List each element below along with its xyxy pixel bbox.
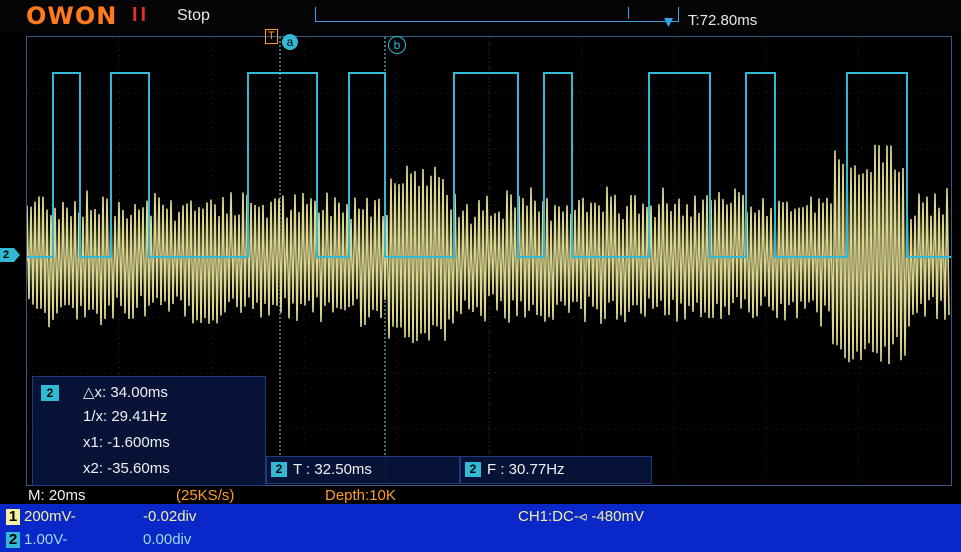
ch1-offset: -0.02div [143,508,197,525]
memory-position-bar[interactable] [315,7,679,22]
frequency-value: F : 30.77Hz [487,461,565,478]
ch2-level-marker[interactable]: 2 [0,248,20,262]
memory-window-marker [628,7,677,19]
acquisition-status: Stop [177,7,210,24]
ch2-offset: 0.00div [143,531,192,548]
ch2-scale[interactable]: 1.00V- [24,531,67,548]
x2-readout: x2: -35.60ms [83,460,170,477]
measurement-channel-badge: 2 [41,385,59,401]
channel-status-bar: 1 200mV- -0.02div 2 1.00V- 0.00div CH1:D… [0,504,961,552]
frequency-measurement: 2 F : 30.77Hz [460,456,652,484]
period-measurement: 2 T : 32.50ms [266,456,460,484]
x1-readout: x1: -1.600ms [83,434,170,451]
cursor-a-label[interactable]: a [282,34,298,50]
ch1-badge[interactable]: 1 [6,509,20,525]
ch1-scale[interactable]: 200mV- [24,508,76,525]
record-depth: Depth:10K [325,487,396,504]
period-channel-badge: 2 [271,462,287,477]
top-bar: OWON II Stop T:72.80ms [0,0,961,32]
ch2-badge[interactable]: 2 [6,532,20,548]
run-stop-indicator[interactable]: II [132,4,149,27]
period-value: T : 32.50ms [293,461,372,478]
brand-logo: OWON [26,2,118,30]
trigger-marker: T [265,29,278,44]
timebase-main[interactable]: M: 20ms [28,487,86,504]
inverse-x-readout: 1/x: 29.41Hz [83,408,168,425]
cursor-b-label[interactable]: b [388,36,406,54]
trigger-pointer-icon [664,18,673,27]
timebase-bar: M: 20ms (25KS/s) Depth:10K [0,486,961,504]
cursor-measurement-panel: 2 △x: 34.00ms 1/x: 29.41Hz x1: -1.600ms … [32,376,266,486]
sample-rate: (25KS/s) [176,487,235,504]
delta-x-readout: △x: 34.00ms [83,384,168,401]
frequency-channel-badge: 2 [465,462,481,477]
trigger-position-readout: T:72.80ms [688,12,758,29]
trigger-setting[interactable]: CH1:DC-⪦ -480mV [518,508,644,525]
